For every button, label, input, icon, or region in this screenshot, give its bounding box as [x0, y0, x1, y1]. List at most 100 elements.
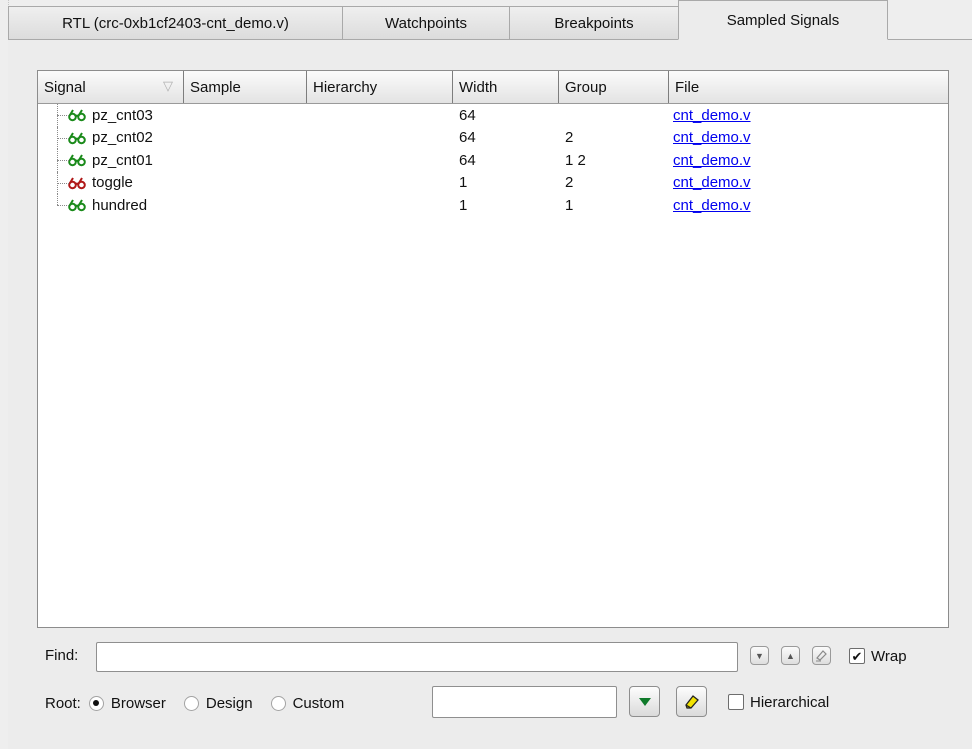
sample-cell [184, 104, 307, 127]
column-header-width[interactable]: Width [453, 71, 559, 103]
group-cell: 1 2 [565, 151, 586, 169]
tree-connector [57, 115, 69, 117]
width-cell: 64 [459, 151, 476, 169]
eraser-icon [684, 694, 699, 709]
signal-name: pz_cnt02 [92, 129, 153, 147]
tab-sampled-signals[interactable]: Sampled Signals [678, 0, 888, 40]
file-link[interactable]: cnt_demo.v [673, 197, 751, 214]
radio-custom[interactable] [270, 695, 286, 711]
chevron-down-icon: ▼ [755, 650, 764, 661]
table-header: Signal ▽ Sample Hierarchy Width Group Fi… [38, 71, 948, 104]
group-cell: 2 [565, 174, 574, 192]
sample-cell [184, 194, 307, 217]
table-row[interactable]: pz_cnt02 64 2 cnt_demo.v [38, 126, 948, 150]
hierarchy-cell [307, 149, 453, 172]
table-row[interactable]: hundred 1 1 cnt_demo.v [38, 194, 948, 217]
column-header-group[interactable]: Group [559, 71, 669, 103]
width-cell: 64 [459, 129, 476, 147]
file-cell: cnt_demo.v [669, 127, 948, 150]
column-header-label: Signal [44, 78, 86, 96]
table-body: pz_cnt03 64 cnt_demo.v pz_cnt02 64 2 cnt… [38, 104, 948, 217]
width-cell: 1 [459, 174, 468, 192]
root-label: Root: [45, 694, 81, 712]
root-selector: Root: Browser Design Custom [45, 690, 362, 716]
column-header-label: Width [459, 78, 498, 96]
find-next-button[interactable]: ▼ [750, 646, 769, 665]
signal-cell: pz_cnt01 [38, 149, 184, 172]
hierarchy-cell [307, 104, 453, 127]
clear-find-button[interactable] [812, 646, 831, 665]
column-header-label: File [675, 78, 700, 96]
root-option-browser[interactable]: Browser [88, 694, 166, 712]
wrap-option[interactable]: ✔ Wrap [849, 645, 907, 667]
file-cell: cnt_demo.v [669, 149, 948, 172]
find-bar: Find: [45, 640, 78, 670]
width-cell: 1 [459, 196, 468, 214]
column-header-hierarchy[interactable]: Hierarchy [307, 71, 453, 103]
width-cell: 64 [459, 106, 476, 124]
hierarchy-cell [307, 172, 453, 195]
triangle-down-icon [638, 697, 651, 706]
radio-browser[interactable] [88, 695, 104, 711]
root-option-design[interactable]: Design [183, 695, 253, 712]
wrap-label: Wrap [871, 647, 907, 665]
sample-cell [184, 127, 307, 150]
file-link[interactable]: cnt_demo.v [673, 174, 751, 191]
clear-root-button[interactable] [676, 686, 707, 717]
sample-cell [184, 172, 307, 195]
column-header-label: Hierarchy [313, 78, 378, 96]
column-header-signal[interactable]: Signal ▽ [38, 71, 184, 103]
table-row[interactable]: pz_cnt03 64 cnt_demo.v [38, 104, 948, 127]
radio-design[interactable] [183, 695, 199, 711]
custom-root-input[interactable] [432, 686, 617, 718]
sampled-signals-window: RTL (crc-0xb1cf2403-cnt_demo.v) Watchpoi… [0, 0, 972, 749]
chevron-up-icon: ▲ [786, 650, 795, 661]
file-link[interactable]: cnt_demo.v [673, 129, 751, 146]
apply-root-button[interactable] [629, 686, 660, 717]
group-cell [559, 104, 669, 127]
signal-name: pz_cnt03 [92, 106, 153, 124]
signal-cell: toggle [38, 171, 184, 194]
table-row[interactable]: pz_cnt01 64 1 2 cnt_demo.v [38, 149, 948, 172]
radio-label: Browser [110, 694, 166, 712]
tab-breakpoints[interactable]: Breakpoints [509, 6, 679, 40]
file-cell: cnt_demo.v [669, 172, 948, 195]
hierarchy-cell [307, 194, 453, 217]
sample-cell [184, 149, 307, 172]
glasses-icon [68, 154, 86, 167]
file-link[interactable]: cnt_demo.v [673, 107, 751, 124]
hierarchical-label: Hierarchical [750, 693, 830, 711]
signals-table: Signal ▽ Sample Hierarchy Width Group Fi… [37, 70, 949, 628]
tree-connector [57, 182, 69, 184]
signal-name: pz_cnt01 [92, 151, 153, 169]
glasses-icon [68, 177, 86, 189]
wrap-checkbox[interactable]: ✔ [849, 648, 865, 664]
tab-watchpoints[interactable]: Watchpoints [342, 6, 510, 40]
signal-cell: pz_cnt03 [38, 104, 184, 127]
tree-connector [57, 194, 58, 206]
column-header-label: Group [565, 78, 607, 96]
file-cell: cnt_demo.v [669, 194, 948, 217]
hierarchical-checkbox[interactable] [728, 694, 744, 710]
file-link[interactable]: cnt_demo.v [673, 152, 751, 169]
find-previous-button[interactable]: ▲ [781, 646, 800, 665]
table-row[interactable]: toggle 1 2 cnt_demo.v [38, 171, 948, 195]
column-header-file[interactable]: File [669, 71, 948, 103]
signal-name: toggle [92, 174, 133, 192]
glasses-icon [68, 109, 86, 122]
find-input[interactable] [96, 642, 738, 672]
file-cell: cnt_demo.v [669, 104, 948, 127]
group-cell: 1 [565, 196, 574, 214]
column-header-label: Sample [190, 78, 241, 96]
signal-name: hundred [92, 196, 148, 214]
tree-connector [57, 205, 69, 207]
group-cell: 2 [565, 129, 574, 147]
root-option-custom[interactable]: Custom [270, 695, 344, 712]
hierarchical-option[interactable]: Hierarchical [728, 690, 829, 714]
sort-descending-icon: ▽ [163, 78, 173, 93]
tree-connector [57, 160, 69, 162]
eraser-icon [816, 650, 827, 662]
tab-rtl[interactable]: RTL (crc-0xb1cf2403-cnt_demo.v) [8, 6, 343, 40]
glasses-icon [68, 199, 86, 212]
column-header-sample[interactable]: Sample [184, 71, 307, 103]
